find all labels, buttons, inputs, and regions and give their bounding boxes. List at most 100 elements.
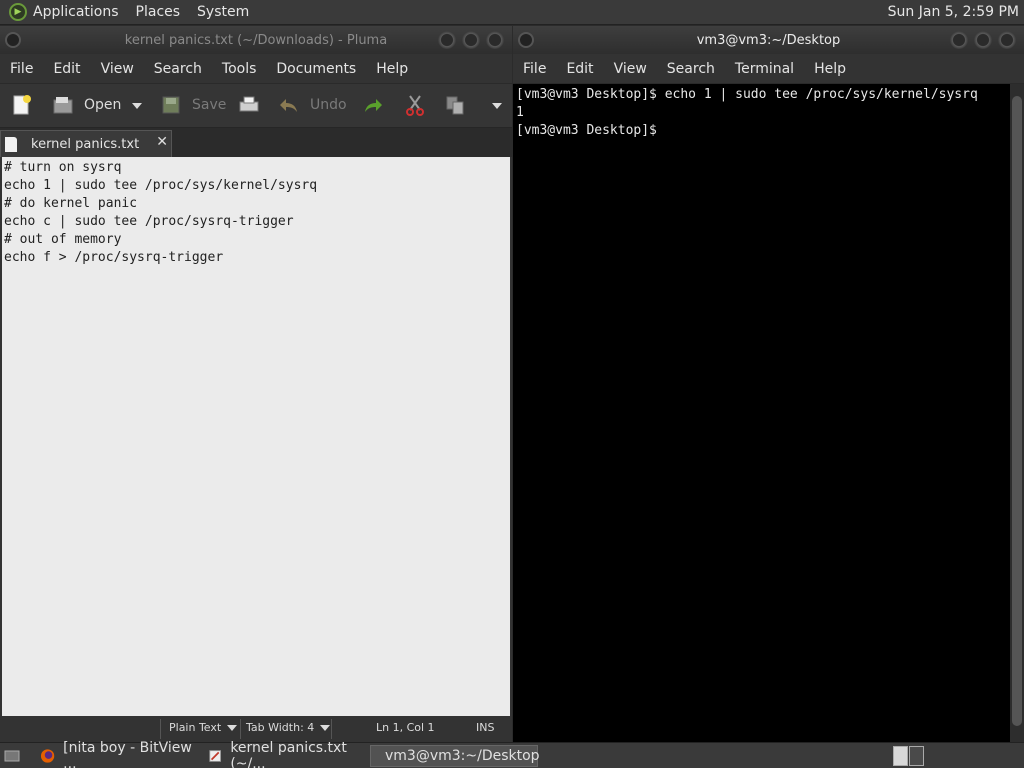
status-divider (331, 719, 332, 739)
cut-icon (406, 95, 424, 116)
redo-icon (365, 99, 382, 112)
menu-tools[interactable]: Tools (222, 61, 257, 77)
redo-button[interactable] (362, 93, 384, 117)
terminal-window: vm3@vm3:~/Desktop File Edit View Search … (513, 26, 1024, 742)
cut-button[interactable] (404, 93, 426, 117)
copy-button[interactable] (444, 93, 466, 117)
save-label: Save (192, 97, 227, 113)
pluma-window: kernel panics.txt (~/Downloads) - Pluma … (0, 26, 512, 742)
chevron-down-icon (132, 103, 142, 109)
maximize-button[interactable] (974, 31, 992, 49)
open-icon (53, 97, 73, 114)
open-label: Open (84, 97, 122, 113)
tab-kernel-panics[interactable]: kernel panics.txt ✕ (0, 130, 172, 157)
terminal-scrollbar[interactable] (1010, 84, 1024, 742)
menu-help[interactable]: Help (376, 61, 408, 77)
toolbar-overflow-button[interactable] (492, 102, 502, 110)
task-label: [nita boy - BitView ... (63, 740, 192, 768)
terminal-title: vm3@vm3:~/Desktop (696, 32, 841, 48)
menu-file[interactable]: File (523, 61, 546, 77)
window-menu-icon[interactable] (5, 32, 21, 48)
task-label: kernel panics.txt (~/... (230, 740, 347, 768)
scroll-thumb[interactable] (1012, 96, 1022, 726)
menu-search[interactable]: Search (154, 61, 202, 77)
menu-help[interactable]: Help (814, 61, 846, 77)
open-button[interactable]: Open (52, 93, 121, 117)
close-button[interactable] (486, 31, 504, 49)
chevron-down-icon (227, 724, 238, 731)
chevron-down-icon (320, 724, 331, 731)
insert-mode-label: INS (476, 721, 495, 734)
editor-line: echo f > /proc/sysrq-trigger (4, 250, 224, 265)
undo-label: Undo (310, 97, 347, 113)
pluma-menubar: File Edit View Search Tools Documents He… (0, 54, 512, 84)
menu-applications[interactable]: Applications (33, 4, 119, 20)
terminal-line: [vm3@vm3 Desktop]$ echo 1 | sudo tee /pr… (516, 87, 978, 102)
close-button[interactable] (998, 31, 1016, 49)
minimize-button[interactable] (950, 31, 968, 49)
maximize-button[interactable] (462, 31, 480, 49)
editor-line: # out of memory (4, 232, 122, 247)
editor-line: # turn on sysrq (4, 160, 122, 175)
bottom-panel: [nita boy - BitView ... kernel panics.tx… (0, 740, 1024, 768)
cursor-position-label: Ln 1, Col 1 (376, 721, 435, 734)
chevron-down-icon (492, 103, 502, 109)
copy-icon (446, 96, 464, 115)
menu-places[interactable]: Places (136, 4, 181, 20)
undo-icon (280, 99, 297, 112)
print-button[interactable] (238, 93, 260, 117)
menu-view[interactable]: View (101, 61, 134, 77)
clock[interactable]: Sun Jan 5, 2:59 PM (888, 4, 1019, 20)
window-menu-icon[interactable] (518, 32, 534, 48)
pluma-toolbar: Open Save Undo (0, 84, 512, 128)
terminal-line: 1 (516, 105, 524, 120)
save-button[interactable]: Save (160, 93, 226, 117)
workspace-1[interactable] (893, 746, 908, 766)
show-desktop-icon (4, 750, 20, 762)
top-panel: ▶ Applications Places System Sun Jan 5, … (0, 0, 1024, 25)
editor-line: echo 1 | sudo tee /proc/sys/kernel/sysrq (4, 178, 318, 193)
task-label: vm3@vm3:~/Desktop (385, 748, 540, 764)
new-document-button[interactable] (10, 93, 32, 117)
undo-button[interactable]: Undo (278, 93, 347, 117)
syntax-mode-label: Plain Text (169, 721, 222, 734)
new-document-icon (13, 95, 31, 115)
menu-file[interactable]: File (10, 61, 33, 77)
firefox-icon (40, 749, 55, 763)
document-tabbar: kernel panics.txt ✕ (0, 128, 512, 157)
menu-documents[interactable]: Documents (276, 61, 356, 77)
tab-width-label: Tab Width: 4 (246, 721, 315, 734)
task-terminal[interactable]: vm3@vm3:~/Desktop (370, 745, 540, 767)
menu-edit[interactable]: Edit (53, 61, 80, 77)
menu-terminal[interactable]: Terminal (735, 61, 794, 77)
mate-logo-icon[interactable]: ▶ (9, 3, 27, 21)
terminal-output[interactable]: [vm3@vm3 Desktop]$ echo 1 | sudo tee /pr… (513, 84, 1010, 742)
cursor-position: Ln 1, Col 1 (376, 721, 435, 734)
document-icon (5, 136, 17, 152)
insert-mode: INS (476, 721, 494, 734)
menu-system[interactable]: System (197, 4, 249, 20)
terminal-prompt: [vm3@vm3 Desktop]$ (516, 123, 665, 138)
menu-edit[interactable]: Edit (566, 61, 593, 77)
show-desktop-button[interactable] (0, 745, 28, 767)
status-divider (240, 719, 241, 739)
terminal-menubar: File Edit View Search Terminal Help (513, 54, 1024, 84)
tab-width-dropdown[interactable]: Tab Width: 4 (246, 721, 331, 734)
terminal-titlebar[interactable]: vm3@vm3:~/Desktop (513, 26, 1024, 54)
text-editor-icon (209, 750, 221, 762)
tab-label: kernel panics.txt (31, 136, 140, 152)
pluma-title: kernel panics.txt (~/Downloads) - Pluma (124, 32, 388, 48)
tab-close-icon[interactable]: ✕ (156, 134, 168, 150)
open-recent-dropdown[interactable] (132, 102, 142, 110)
text-editor[interactable]: # turn on sysrq echo 1 | sudo tee /proc/… (2, 157, 510, 716)
status-divider (160, 719, 161, 739)
menu-search[interactable]: Search (667, 61, 715, 77)
task-bitview[interactable]: [nita boy - BitView ... (34, 740, 202, 768)
menu-view[interactable]: View (614, 61, 647, 77)
task-pluma[interactable]: kernel panics.txt (~/... (202, 740, 370, 768)
syntax-mode-dropdown[interactable]: Plain Text (169, 721, 238, 734)
pluma-titlebar[interactable]: kernel panics.txt (~/Downloads) - Pluma (0, 26, 512, 54)
workspace-2[interactable] (909, 746, 924, 766)
minimize-button[interactable] (438, 31, 456, 49)
save-icon (162, 96, 180, 114)
